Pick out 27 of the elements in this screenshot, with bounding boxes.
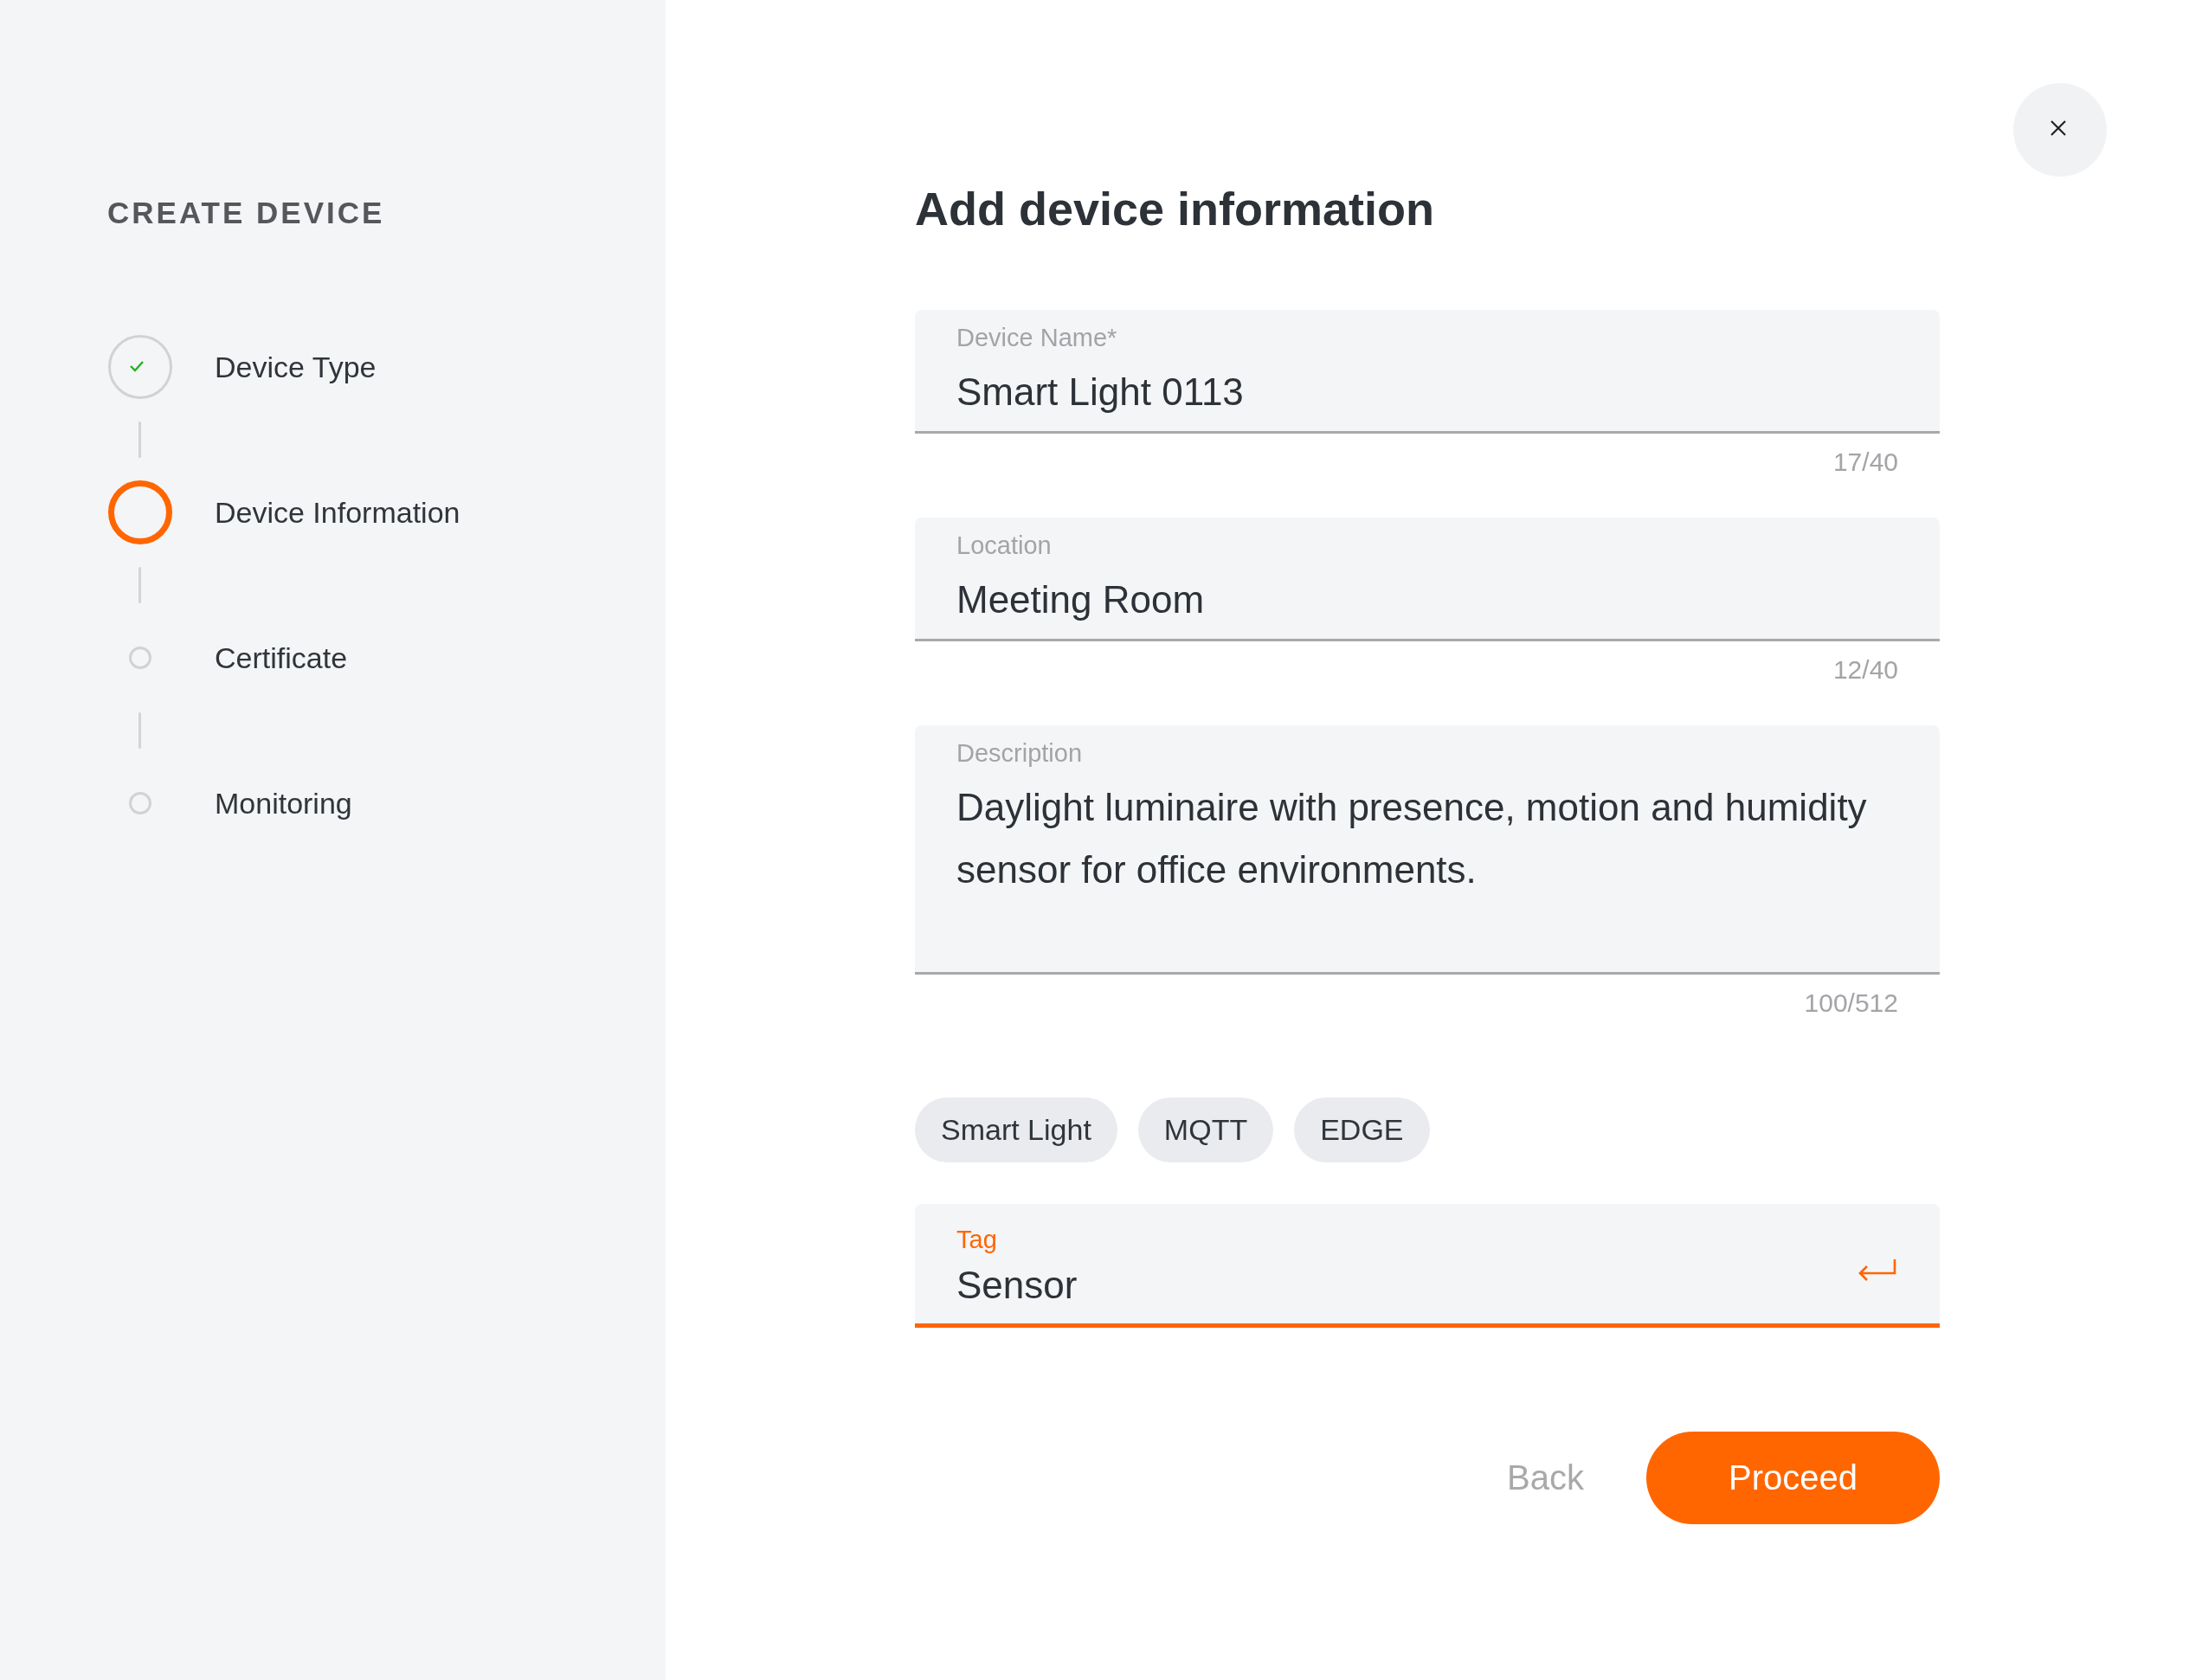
current-step-icon [108,480,172,544]
character-counter: 12/40 [1832,654,1899,686]
pending-step-icon [129,647,151,669]
field-value: Meeting Room [956,577,1206,622]
field-label: Location [956,531,1053,560]
character-counter: 100/512 [1803,988,1899,1019]
field-value: Daylight luminaire with presence, motion and humidity sensor for office environments. [956,785,1868,892]
field-value: Smart Light 0113 [956,370,1245,415]
character-counter: 17/40 [1832,447,1899,478]
field-label: Tag [956,1225,998,1254]
input-field[interactable]: Description Daylight luminaire with presence, motion and humidity sensor for office environments. [915,725,1940,975]
step-label[interactable]: Device Information [215,495,460,530]
tag-chip[interactable]: Smart Light [915,1097,1117,1162]
step-label[interactable]: Certificate [215,640,348,675]
field-value: Sensor [956,1262,1078,1308]
tag-chip[interactable]: EDGE [1294,1097,1430,1162]
input-field[interactable]: Device Name* Smart Light 0113 [915,310,1940,434]
sidebar-title: CREATE DEVICE [107,196,386,230]
pending-step-icon [129,792,151,814]
field-label: Device Name* [956,324,1118,352]
step-label[interactable]: Device Type [215,350,377,384]
step-label[interactable]: Monitoring [215,786,352,821]
tag-chip[interactable]: MQTT [1137,1097,1274,1162]
tag-input-field[interactable]: Tag Sensor [915,1204,1940,1328]
field-label: Description [956,739,1084,768]
input-field[interactable]: Location Meeting Room [915,518,1940,641]
page-heading: Add device information [915,182,1436,235]
